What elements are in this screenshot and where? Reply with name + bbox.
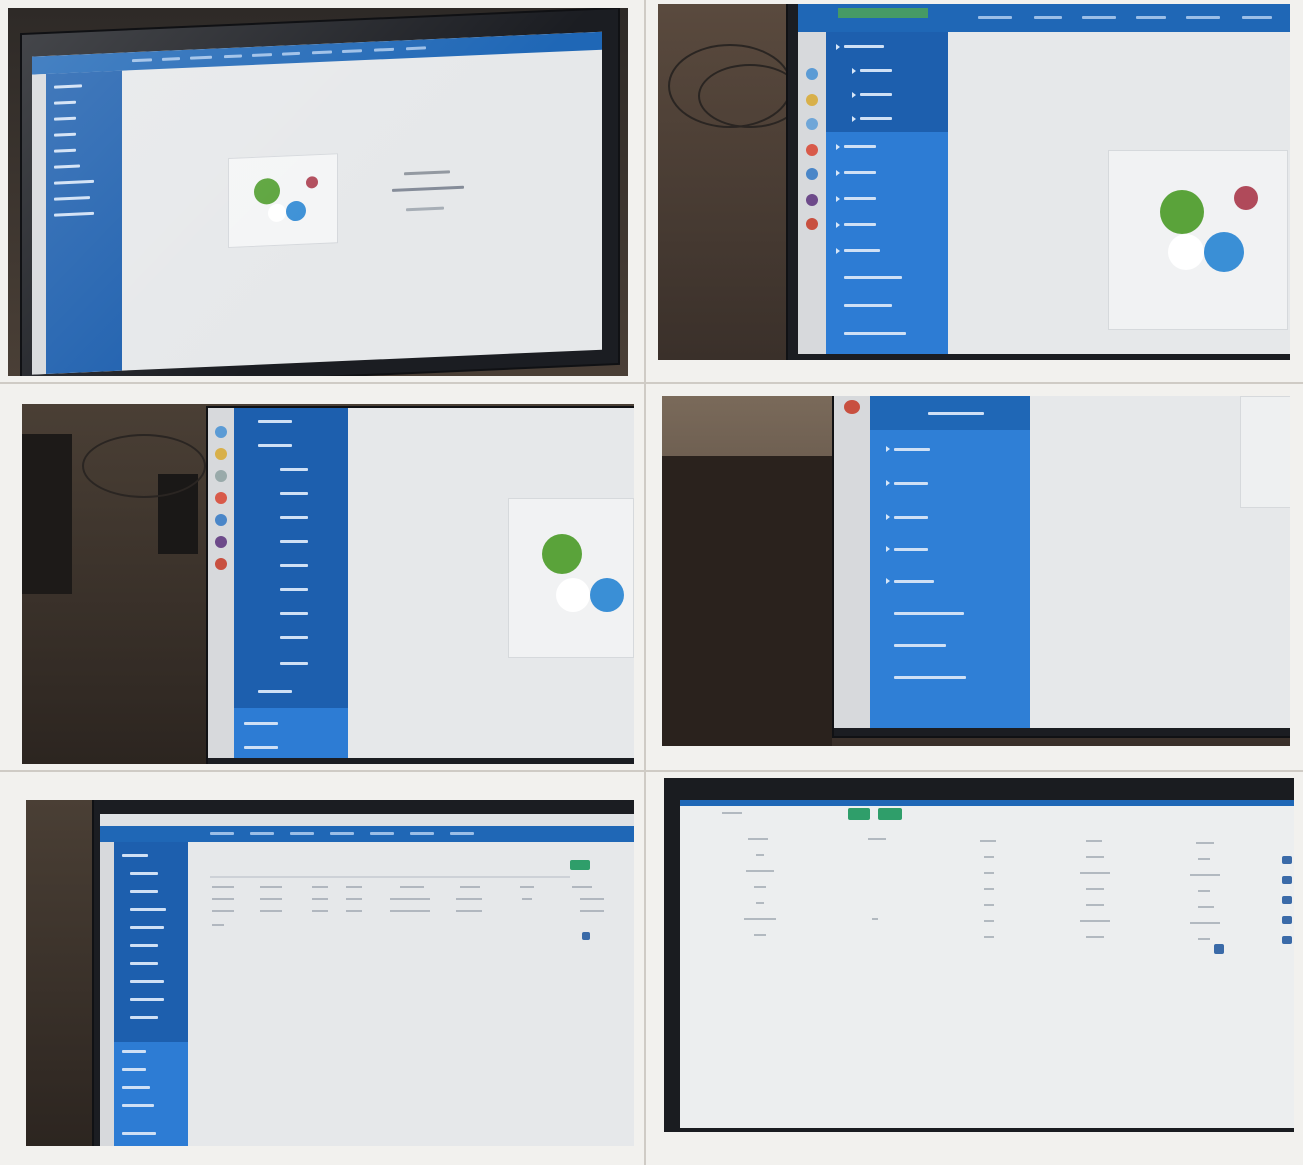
sidebar: [46, 70, 122, 374]
grid-divider-h2: [0, 770, 1303, 772]
photo-5-list-table: [26, 800, 634, 1146]
grid-divider-h1: [0, 382, 1303, 384]
photo-2-sidebar-home: [658, 4, 1290, 360]
photo-6-detail-table: [664, 778, 1294, 1132]
grid-divider-v: [644, 0, 646, 1165]
photo-4-sidebar-zoom: [662, 396, 1290, 746]
welcome-illustration-icon: [228, 153, 338, 249]
photo-3-sidebar-expanded: [22, 404, 634, 764]
photo-1-dashboard: [8, 8, 628, 376]
